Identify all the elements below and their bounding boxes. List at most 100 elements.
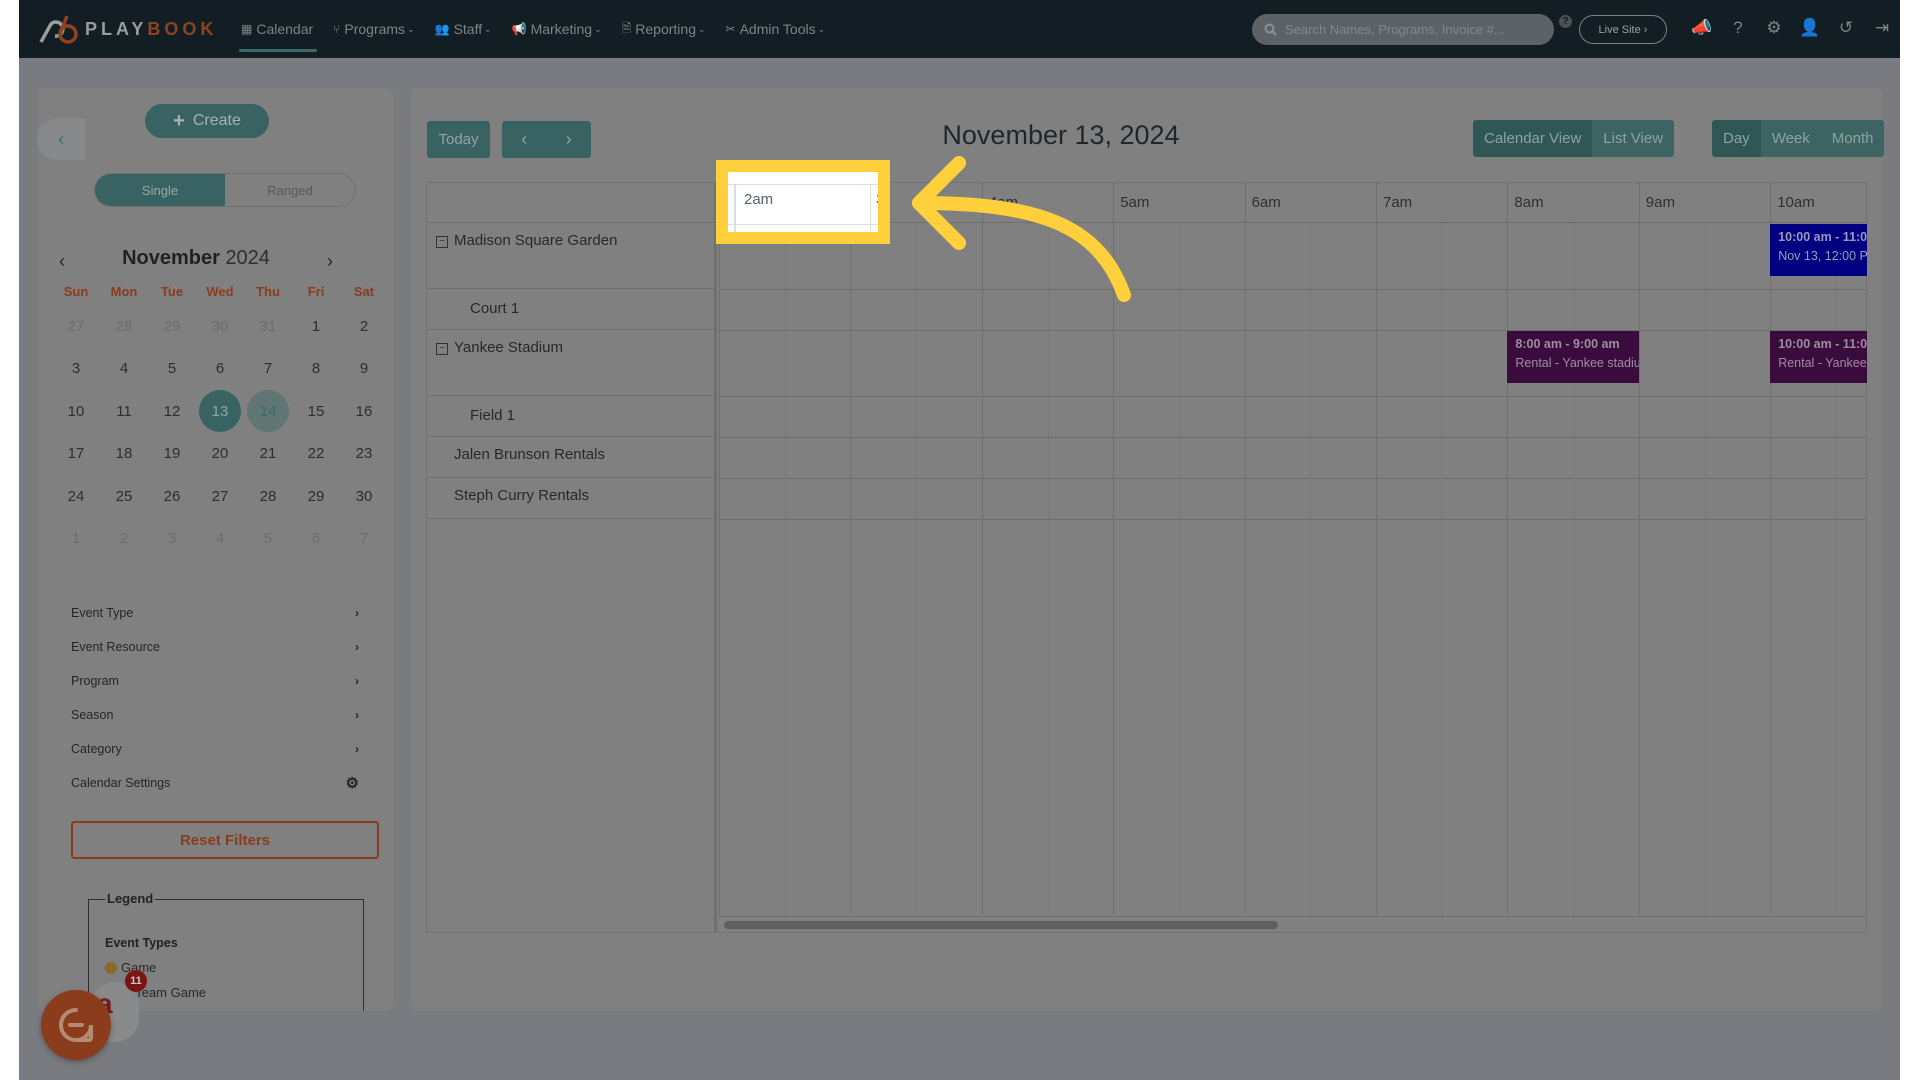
filter-event-type[interactable]: Event Type › [71,596,361,630]
calendar-day[interactable]: 4 [196,518,244,561]
view-calendar-view-button[interactable]: Calendar View [1473,120,1593,157]
nav-item-admin-tools[interactable]: ✂ Admin Tools ⌄ [716,0,836,58]
calendar-day[interactable]: 7 [244,348,292,391]
toggle-ranged[interactable]: Ranged [225,174,355,206]
today-day[interactable]: 14 [244,390,292,433]
create-button[interactable]: + Create [145,104,269,138]
collapse-sidebar-button[interactable]: ‹ [37,118,85,160]
help-icon[interactable]: ? [1727,16,1749,40]
chevron-down-icon: ⌄ [817,23,826,34]
resource-row[interactable]: − Madison Square Garden [427,223,714,289]
collapse-group-icon[interactable]: − [436,343,448,355]
filter-category[interactable]: Category › [71,732,361,766]
range-week-button[interactable]: Week [1760,120,1821,157]
calendar-day[interactable]: 30 [196,305,244,348]
calendar-day[interactable]: 23 [340,433,388,476]
calendar-day[interactable]: 15 [292,390,340,433]
calendar-day[interactable]: 20 [196,433,244,476]
filter-season[interactable]: Season › [71,698,361,732]
calendar-day[interactable]: 5 [244,518,292,561]
range-day-button[interactable]: Day [1712,120,1761,157]
calendar-day[interactable]: 30 [340,475,388,518]
calendar-day[interactable]: 8 [292,348,340,391]
prev-day-button[interactable]: ‹ [502,121,547,158]
view-list-view-button[interactable]: List View [1592,120,1675,157]
nav-item-marketing[interactable]: 📢 Marketing ⌄ [502,0,612,58]
row-gridline [719,289,1867,290]
calendar-day[interactable]: 29 [292,475,340,518]
nav-item-staff[interactable]: 👥 Staff ⌄ [425,0,502,58]
horizontal-scroll-thumb[interactable] [724,921,1278,929]
search-input[interactable] [1285,22,1545,37]
chevron-right-icon: › [565,129,572,149]
calendar-day[interactable]: 24 [52,475,100,518]
filter-program[interactable]: Program › [71,664,361,698]
announcement-icon[interactable]: 📣 [1691,16,1713,40]
calendar-day[interactable]: 19 [148,433,196,476]
day-number: 21 [259,445,277,463]
settings-gear-icon[interactable]: ⚙ [1763,16,1785,40]
calendar-day[interactable]: 11 [100,390,148,433]
calendar-day[interactable]: 2 [100,518,148,561]
filter-event-resource[interactable]: Event Resource › [71,630,361,664]
calendar-event[interactable]: 10:00 am - 11:00 am Rental - Yankee stadi… [1770,331,1867,383]
resource-column: − Madison Square Garden Court 1− Yankee Sta… [427,183,717,932]
today-button[interactable]: Today [427,121,490,158]
calendar-day[interactable]: 1 [292,305,340,348]
calendar-day[interactable]: 31 [244,305,292,348]
history-icon[interactable]: ↺ [1835,16,1857,40]
calendar-day[interactable]: 27 [196,475,244,518]
next-day-button[interactable]: › [547,121,592,158]
calendar-event[interactable]: 8:00 am - 9:00 am Rental - Yankee stadium [1507,331,1639,383]
nav-item-reporting[interactable]: 🗎 Reporting ⌄ [612,0,716,58]
calendar-day[interactable]: 9 [340,348,388,391]
calendar-day[interactable]: 28 [244,475,292,518]
calendar-day[interactable]: 16 [340,390,388,433]
resource-row[interactable]: − Yankee Stadium [427,330,714,396]
live-site-button[interactable]: Live Site › [1579,15,1667,44]
selected-day[interactable]: 13 [196,390,244,433]
calendar-day[interactable]: 12 [148,390,196,433]
calendar-day[interactable]: 28 [100,305,148,348]
global-search[interactable] [1252,14,1554,45]
mini-calendar-grid: Sun Mon Tue Wed Thu Fri Sat 27 28 29 30 31 1 2 3 4 5 6 7 8 9… [52,279,374,561]
nav-item-calendar[interactable]: ▦ Calendar [231,0,323,58]
search-help-icon[interactable]: ? [1559,15,1572,28]
collapse-group-icon[interactable]: − [436,236,448,248]
day-number: 3 [167,530,177,548]
chat-button[interactable] [41,990,111,1060]
calendar-day[interactable]: 7 [340,518,388,561]
calendar-day[interactable]: 3 [148,518,196,561]
filter-calendar-settings[interactable]: Calendar Settings ⚙ [71,766,361,800]
calendar-day[interactable]: 22 [292,433,340,476]
calendar-day[interactable]: 27 [52,305,100,348]
calendar-day[interactable]: 6 [196,348,244,391]
calendar-day[interactable]: 3 [52,348,100,391]
toggle-single[interactable]: Single [95,174,225,206]
next-month-icon[interactable]: › [327,251,333,272]
logout-icon[interactable]: ⇥ [1871,16,1893,40]
chevron-down-icon: ⌄ [407,23,415,34]
calendar-day[interactable]: 17 [52,433,100,476]
calendar-day[interactable]: 6 [292,518,340,561]
reset-filters-button[interactable]: Reset Filters [71,821,379,859]
half-hour-gridline [1178,223,1180,915]
calendar-day[interactable]: 25 [100,475,148,518]
calendar-day[interactable]: 2 [340,305,388,348]
resource-header [427,183,714,223]
calendar-day[interactable]: 26 [148,475,196,518]
calendar-day[interactable]: 10 [52,390,100,433]
calendar-day[interactable]: 5 [148,348,196,391]
calendar-day[interactable]: 29 [148,305,196,348]
add-user-icon[interactable]: 👤 [1799,16,1821,40]
calendar-day[interactable]: 1 [52,518,100,561]
calendar-day[interactable]: 21 [244,433,292,476]
document-icon: 🗎 [621,20,632,35]
playbook-logo[interactable]: PLAYBOOK [37,12,217,46]
calendar-day[interactable]: 18 [100,433,148,476]
range-month-button[interactable]: Month [1820,120,1885,157]
nav-item-programs[interactable]: ⑂ Programs ⌄ [323,0,424,58]
notification-count-badge: 11 [125,970,147,992]
calendar-event[interactable]: 10:00 am - 11:00 am Nov 13, 12:00 PM [1770,224,1867,276]
calendar-day[interactable]: 4 [100,348,148,391]
